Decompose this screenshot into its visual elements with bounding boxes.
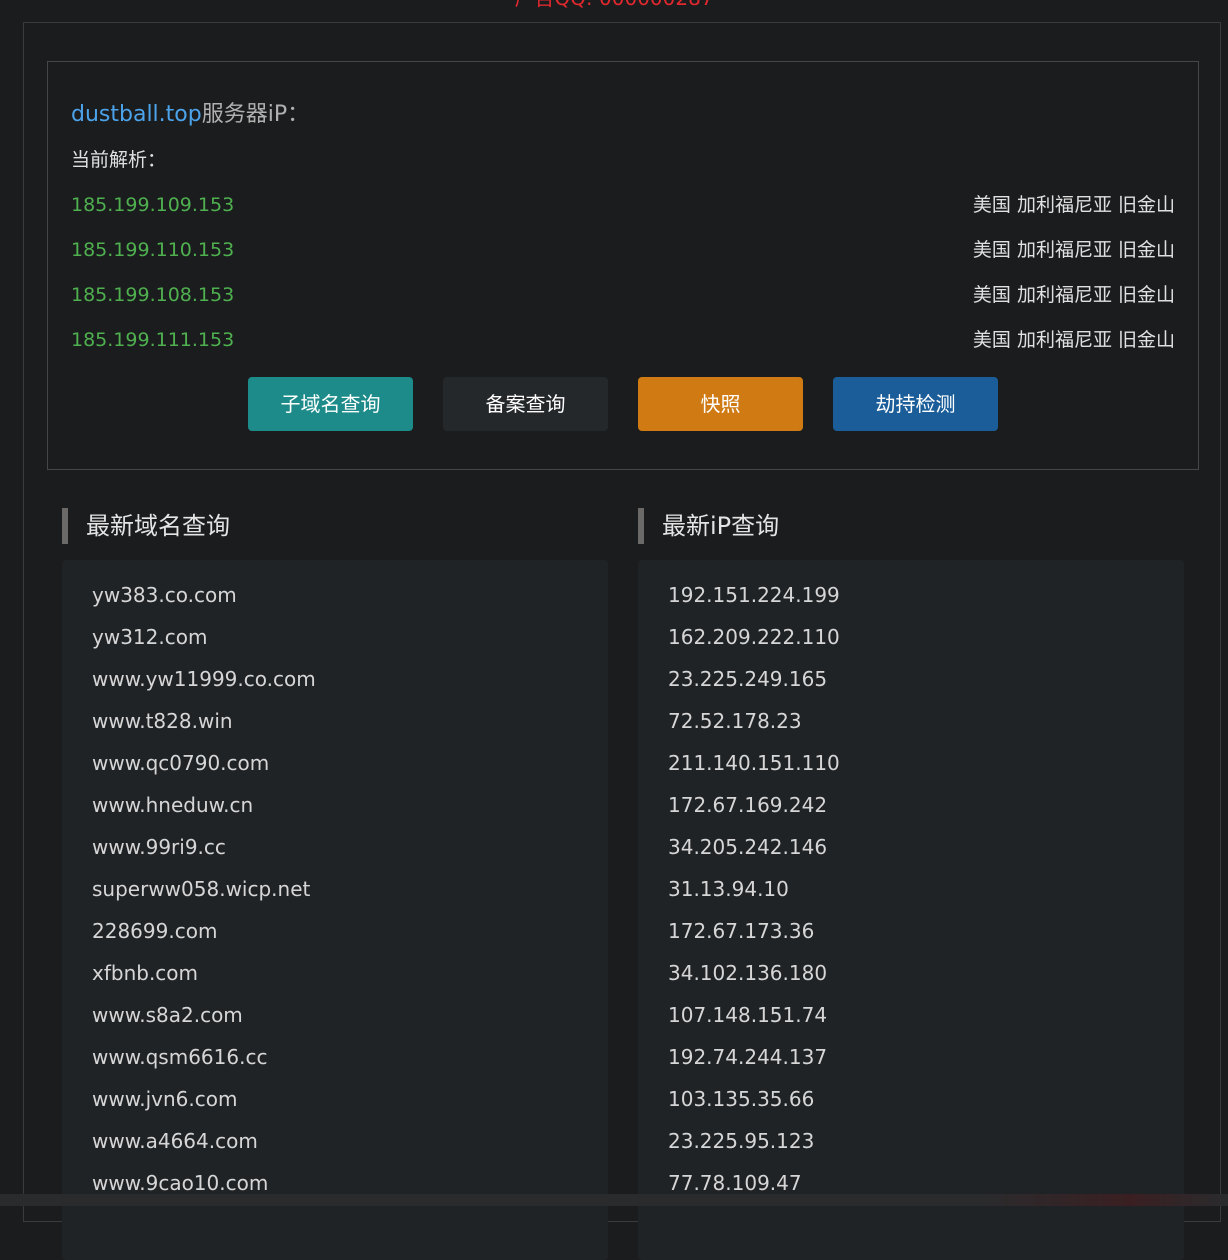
list-item[interactable]: 192.74.244.137: [668, 1036, 1184, 1078]
latest-domains-list: yw383.co.com yw312.com www.yw11999.co.co…: [62, 560, 608, 1204]
server-ip-title: dustball.top服务器iP：: [71, 100, 309, 130]
record-location: 美国 加利福尼亚 旧金山: [972, 284, 1175, 306]
server-ip-label: 服务器iP：: [201, 102, 310, 127]
list-item[interactable]: 172.67.173.36: [668, 910, 1184, 952]
record-ip[interactable]: 185.199.110.153: [71, 235, 234, 265]
list-item[interactable]: 72.52.178.23: [668, 700, 1184, 742]
domain-link[interactable]: dustball.top: [71, 102, 202, 127]
list-item[interactable]: 107.148.151.74: [668, 994, 1184, 1036]
list-item[interactable]: www.99ri9.cc: [92, 826, 608, 868]
subdomain-query-button[interactable]: 子域名查询: [248, 377, 413, 431]
hijack-check-button[interactable]: 劫持检测: [833, 377, 998, 431]
list-item[interactable]: 23.225.249.165: [668, 658, 1184, 700]
list-item[interactable]: www.yw11999.co.com: [92, 658, 608, 700]
list-item[interactable]: 34.102.136.180: [668, 952, 1184, 994]
list-item[interactable]: 103.135.35.66: [668, 1078, 1184, 1120]
snapshot-button[interactable]: 快照: [638, 377, 803, 431]
top-ad-text: 广告QQ: 000000287: [0, 0, 1228, 8]
latest-domains-panel: yw383.co.com yw312.com www.yw11999.co.co…: [62, 560, 608, 1260]
list-item[interactable]: www.a4664.com: [92, 1120, 608, 1162]
list-item[interactable]: 31.13.94.10: [668, 868, 1184, 910]
latest-domains-heading: 最新域名查询: [62, 508, 230, 544]
latest-ips-panel: 192.151.224.199 162.209.222.110 23.225.2…: [638, 560, 1184, 1260]
list-item[interactable]: 162.209.222.110: [668, 616, 1184, 658]
list-item[interactable]: 228699.com: [92, 910, 608, 952]
list-item[interactable]: yw312.com: [92, 616, 608, 658]
current-resolution-label: 当前解析：: [71, 149, 167, 171]
list-item[interactable]: superww058.wicp.net: [92, 868, 608, 910]
list-item[interactable]: www.jvn6.com: [92, 1078, 608, 1120]
record-location: 美国 加利福尼亚 旧金山: [972, 239, 1175, 261]
list-item[interactable]: 172.67.169.242: [668, 784, 1184, 826]
list-item[interactable]: www.qc0790.com: [92, 742, 608, 784]
record-ip[interactable]: 185.199.109.153: [71, 190, 234, 220]
record-ip[interactable]: 185.199.111.153: [71, 325, 234, 355]
list-item[interactable]: 211.140.151.110: [668, 742, 1184, 784]
dns-record-row: 185.199.110.153 美国 加利福尼亚 旧金山: [71, 235, 1175, 265]
latest-ips-list: 192.151.224.199 162.209.222.110 23.225.2…: [638, 560, 1184, 1204]
record-ip[interactable]: 185.199.108.153: [71, 280, 234, 310]
list-item[interactable]: yw383.co.com: [92, 574, 608, 616]
record-location: 美国 加利福尼亚 旧金山: [972, 194, 1175, 216]
list-item[interactable]: 192.151.224.199: [668, 574, 1184, 616]
server-info-box: dustball.top服务器iP： 当前解析： 185.199.109.153…: [47, 61, 1199, 470]
beian-query-button[interactable]: 备案查询: [443, 377, 608, 431]
record-location: 美国 加利福尼亚 旧金山: [972, 329, 1175, 351]
dns-record-row: 185.199.111.153 美国 加利福尼亚 旧金山: [71, 325, 1175, 355]
list-item[interactable]: www.s8a2.com: [92, 994, 608, 1036]
bottom-strip: [0, 1194, 1228, 1206]
latest-ips-heading: 最新iP查询: [638, 508, 779, 544]
dns-record-row: 185.199.108.153 美国 加利福尼亚 旧金山: [71, 280, 1175, 310]
list-item[interactable]: 23.225.95.123: [668, 1120, 1184, 1162]
list-item[interactable]: xfbnb.com: [92, 952, 608, 994]
list-item[interactable]: www.hneduw.cn: [92, 784, 608, 826]
list-item[interactable]: www.t828.win: [92, 700, 608, 742]
list-item[interactable]: 34.205.242.146: [668, 826, 1184, 868]
dns-record-row: 185.199.109.153 美国 加利福尼亚 旧金山: [71, 190, 1175, 220]
list-item[interactable]: www.qsm6616.cc: [92, 1036, 608, 1078]
